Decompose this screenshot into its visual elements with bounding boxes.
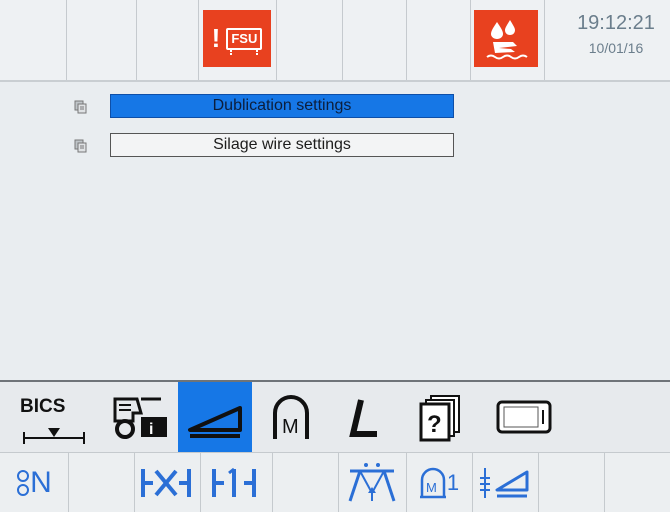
status-cell-6 (342, 0, 407, 80)
menu-row-silage-wire[interactable]: Silage wire settings (74, 133, 456, 159)
clock: 19:12:21 10/01/16 (562, 12, 670, 58)
m1-status[interactable]: M 1 (406, 453, 472, 512)
clock-time: 19:12:21 (577, 12, 655, 34)
svg-text:i: i (149, 421, 153, 438)
pickup-icon (348, 462, 396, 501)
m-arch-softkey[interactable]: M (256, 382, 326, 454)
x-bracket-status[interactable] (134, 453, 200, 512)
status-cell-7 (406, 0, 471, 80)
n-label: N (30, 465, 52, 499)
svg-text:?: ? (427, 411, 442, 438)
n-status[interactable]: N (0, 453, 68, 512)
fsu-badge: FSU (226, 27, 263, 53)
status-cell-2 (66, 0, 137, 80)
one-bracket-status[interactable] (200, 453, 272, 512)
m1-icon: M (419, 467, 446, 498)
softkey-bar: BICS i M ? (0, 380, 670, 454)
fsu-alarm-indicator[interactable]: ! FSU (203, 10, 271, 67)
bottom-cell-5 (272, 453, 339, 512)
wedge-adjust-icon (480, 467, 529, 498)
screen-softkey[interactable] (486, 382, 562, 454)
help-pages-softkey[interactable]: ? (404, 382, 478, 454)
status-cell-5 (276, 0, 343, 80)
wedge-icon (188, 406, 242, 438)
wedge-softkey[interactable] (178, 382, 252, 454)
bottom-cell-2 (68, 453, 135, 512)
help-pages-icon: ? (419, 395, 460, 442)
wedge-adjust-status[interactable] (472, 453, 538, 512)
bottom-cell-9 (538, 453, 605, 512)
x-bracket-icon (141, 468, 191, 497)
l-icon (349, 399, 377, 437)
bottom-bar: N M 1 (0, 452, 670, 512)
status-cell-3 (136, 0, 199, 80)
l-softkey[interactable] (330, 382, 400, 454)
baler-info-icon: i (113, 397, 167, 439)
rain-warning-icon (486, 19, 528, 59)
screen-icon (496, 400, 552, 434)
menu-row-dublication[interactable]: Dublication settings (74, 94, 456, 120)
status-bar: ! FSU 19:12:21 10/01/16 (0, 0, 670, 82)
n-icon (17, 469, 30, 496)
svg-text:M: M (282, 416, 299, 438)
baler-info-softkey[interactable]: i (106, 382, 176, 454)
settings-page-icon (74, 100, 87, 114)
m-arch-icon: M (273, 395, 309, 439)
bics-icon (23, 428, 85, 444)
bics-label: BICS (20, 396, 66, 417)
m1-number: 1 (446, 469, 460, 495)
weather-indicator[interactable] (474, 10, 538, 67)
svg-text:M: M (426, 480, 437, 495)
status-cell-1 (0, 0, 67, 80)
dublication-settings-item[interactable]: Dublication settings (110, 94, 454, 118)
bics-softkey[interactable]: BICS (0, 382, 104, 454)
settings-page-icon (74, 139, 87, 153)
alarm-exclamation: ! (211, 23, 221, 53)
clock-date: 10/01/16 (588, 40, 644, 56)
one-bracket-icon (212, 467, 256, 497)
silage-wire-settings-item[interactable]: Silage wire settings (110, 133, 454, 157)
pickup-status[interactable] (338, 453, 406, 512)
